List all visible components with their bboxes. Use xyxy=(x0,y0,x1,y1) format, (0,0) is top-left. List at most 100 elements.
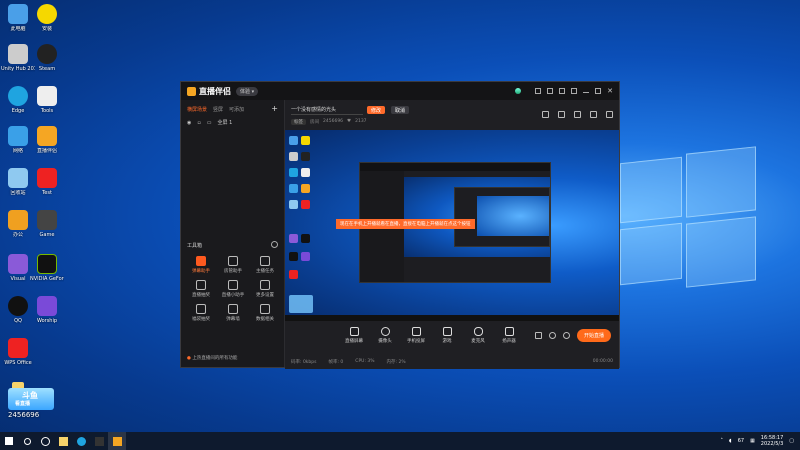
app-logo: 直播伴侣 xyxy=(187,86,231,97)
tool-data[interactable]: 数据相关 xyxy=(249,304,281,322)
record-video-icon[interactable] xyxy=(534,332,542,339)
preview-desktop-icon xyxy=(289,168,298,177)
file-explorer-icon[interactable] xyxy=(54,432,72,450)
download-icon xyxy=(228,280,238,290)
record-icon[interactable] xyxy=(542,111,549,118)
tools-more-icon[interactable] xyxy=(271,241,278,248)
meta-fans: 2137 xyxy=(355,119,367,124)
live-companion-taskbar-icon[interactable] xyxy=(108,432,126,450)
chevron-up-icon[interactable]: ˄ xyxy=(721,438,724,444)
preview-desktop-icon xyxy=(289,184,298,193)
lock-icon[interactable]: ▫ xyxy=(197,120,200,126)
game-button[interactable]: 游戏 xyxy=(438,327,456,344)
preview-desktop-icon xyxy=(301,200,310,209)
notification-icon[interactable]: ▢ xyxy=(789,438,794,444)
volume-icon[interactable]: ◖ xyxy=(729,438,732,444)
start-button[interactable] xyxy=(0,432,18,450)
meta-tag[interactable]: 标签 xyxy=(291,119,306,125)
tools-grid: 弹幕助手 房管助手 主播任务 直播抽奖 直播小助手 更多设置 福袋抽奖 弹幕墙 … xyxy=(185,256,281,322)
desktop-icon-tools[interactable]: Tools xyxy=(30,86,64,114)
add-scene-icon[interactable]: + xyxy=(271,105,278,113)
desktop-icon-worship[interactable]: Worship xyxy=(30,296,64,324)
desktop-icon-install[interactable]: 安装 xyxy=(30,4,64,32)
video-icon[interactable] xyxy=(574,111,581,118)
tab-landscape[interactable]: 横屏场景 xyxy=(187,106,207,113)
status-timer: 00:00:00 xyxy=(592,359,613,364)
phone-cast-button[interactable]: 手机投屏 xyxy=(407,327,425,344)
tool-more-settings[interactable]: 更多设置 xyxy=(249,280,281,298)
menu-icon[interactable] xyxy=(571,88,578,94)
cancel-button[interactable]: 取消 xyxy=(391,106,410,114)
tool-lucky-bag[interactable]: 福袋抽奖 xyxy=(185,304,217,322)
share-icon[interactable] xyxy=(606,111,613,118)
minimize-icon[interactable] xyxy=(583,89,590,93)
preview-desktop-icon xyxy=(301,252,310,261)
desktop-icon-nvidia[interactable]: NVIDIA GeForce xyxy=(30,254,64,282)
close-icon[interactable]: ✕ xyxy=(607,88,613,95)
scene-item[interactable]: ◉ ▫ ▭ 全屏 1 xyxy=(187,119,278,127)
wall-icon xyxy=(228,304,238,314)
camera-button[interactable]: 摄像头 xyxy=(376,327,394,344)
danmaku-icon xyxy=(196,256,206,266)
tool-room-manager[interactable]: 房管助手 xyxy=(217,256,249,274)
task-view-icon[interactable] xyxy=(36,432,54,450)
desktop-icon-wps[interactable]: WPS Office xyxy=(1,338,35,366)
broadcast-watermark-logo: 斗鱼 看直播 2456696 xyxy=(8,382,60,422)
preview-desktop-icon xyxy=(301,168,310,177)
preview-desktop-icon xyxy=(289,234,298,243)
terminal-icon[interactable] xyxy=(90,432,108,450)
lock-icon[interactable] xyxy=(558,111,565,118)
status-fps: 帧率: 0 xyxy=(328,360,344,365)
screen-icon xyxy=(349,327,359,336)
camera-icon xyxy=(380,327,390,336)
tool-lottery[interactable]: 直播抽奖 xyxy=(185,280,217,298)
preview-eye-icon[interactable] xyxy=(548,332,556,339)
meta-room-label: 房间 xyxy=(310,120,319,125)
settings-gear-icon[interactable] xyxy=(562,332,570,339)
tray-text[interactable]: 67 xyxy=(738,438,744,444)
mail-icon[interactable] xyxy=(547,88,554,94)
tab-addable[interactable]: 可添加 xyxy=(229,106,244,113)
message-icon[interactable] xyxy=(535,88,542,94)
live-companion-window: 直播伴侣 体验 ▾ ✕ 横屏场景 竖屏 可添加 + ◉ ▫ ▭ 全屏 1 工具箱 xyxy=(180,81,620,369)
desktop-icon-live-companion[interactable]: 直播伴侣 xyxy=(30,126,64,154)
edge-taskbar-icon[interactable] xyxy=(72,432,90,450)
settings-icon[interactable] xyxy=(559,88,566,94)
desktop-icon-game[interactable]: Game xyxy=(30,210,64,238)
bell-icon[interactable] xyxy=(590,111,597,118)
stream-title-input[interactable]: 一个没有感情的光头 xyxy=(291,106,363,115)
network-icon[interactable]: ▦ xyxy=(750,438,755,444)
desktop-icon-steam[interactable]: Steam xyxy=(30,44,64,72)
go-live-button[interactable]: 开始直播 xyxy=(576,329,611,342)
search-icon[interactable] xyxy=(18,432,36,450)
maximize-icon[interactable] xyxy=(595,88,602,94)
user-avatar[interactable] xyxy=(515,88,522,94)
desktop-icon-test[interactable]: Test xyxy=(30,168,64,196)
app-title: 直播伴侣 xyxy=(199,86,231,96)
version-badge[interactable]: 体验 ▾ xyxy=(236,86,259,96)
speaker-icon xyxy=(504,327,514,336)
preview-desktop-icon xyxy=(301,184,310,193)
preview-desktop-icon xyxy=(301,152,310,161)
left-tip[interactable]: ● 上热直播间的所有功能 xyxy=(187,355,237,361)
tool-assistant[interactable]: 直播小助手 xyxy=(217,280,249,298)
preview-desktop-icon xyxy=(289,270,298,279)
tools-header: 工具箱 xyxy=(187,243,203,249)
clock[interactable]: 16:58:17 2022/5/3 xyxy=(761,435,783,447)
title-bar: 直播伴侣 体验 ▾ ✕ xyxy=(181,82,619,100)
tool-danmaku[interactable]: 弹幕助手 xyxy=(185,256,217,274)
eye-icon[interactable]: ◉ xyxy=(187,120,191,126)
microphone-button[interactable]: 麦克风 xyxy=(469,327,487,344)
stream-preview[interactable]: 现在在手机上开播就看在直播，直接在电脑上开播就在点这个按钮 xyxy=(285,130,619,321)
screen-capture-button[interactable]: 直播屏幕 xyxy=(345,327,363,344)
user-icon xyxy=(228,256,238,266)
clock-date: 2022/5/3 xyxy=(760,441,784,447)
stream-info-bar: 一个没有感情的光头 修改 取消 标签 房间 2456696 ♥ 2137 xyxy=(285,100,619,130)
tool-anchor-task[interactable]: 主播任务 xyxy=(249,256,281,274)
stream-meta: 标签 房间 2456696 ♥ 2137 xyxy=(291,119,367,125)
speaker-button[interactable]: 扬声器 xyxy=(500,327,518,344)
status-memory: 内存: 2% xyxy=(386,360,406,365)
tab-portrait[interactable]: 竖屏 xyxy=(213,106,223,113)
modify-button[interactable]: 修改 xyxy=(367,106,386,114)
tool-danmaku-wall[interactable]: 弹幕墙 xyxy=(217,304,249,322)
